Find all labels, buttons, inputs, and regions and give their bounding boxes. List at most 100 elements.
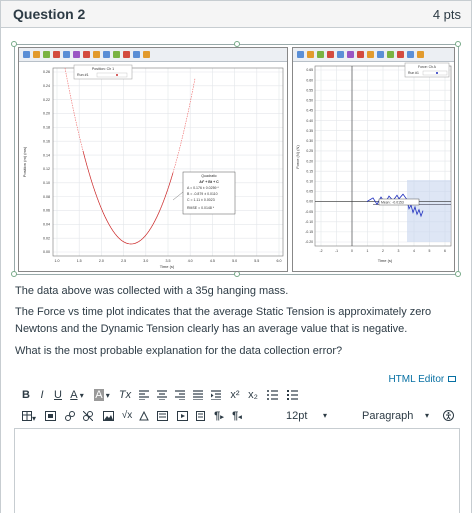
marker-icon[interactable] — [327, 51, 334, 58]
note-icon[interactable] — [337, 51, 344, 58]
fit-param-c: C = 1.11 ± 0.0023 — [187, 198, 215, 202]
force-plot: Force (N) (N) Time (s) 0.65 0.60 0.55 0.50 0… — [295, 62, 452, 263]
paragraph-select[interactable]: Paragraph ▾ — [362, 407, 434, 425]
text-color-button[interactable]: A ▾ — [68, 386, 86, 404]
y-tick-label: 0.20 — [43, 112, 50, 116]
text-color-label: A — [70, 389, 78, 401]
run-icon[interactable] — [43, 51, 50, 58]
italic-button[interactable]: I — [36, 386, 48, 404]
settings-icon[interactable] — [417, 51, 424, 58]
add-axis-icon[interactable] — [133, 51, 140, 58]
rtl-button[interactable]: ¶◂ — [230, 407, 244, 425]
y-tick-label: 0.20 — [306, 159, 313, 163]
chevron-down-icon: ▾ — [425, 411, 430, 420]
force-graph-panel: Force (N) (N) Time (s) 0.65 0.60 0.55 0.50 0… — [292, 47, 455, 272]
y-tick-label: 0.60 — [306, 78, 313, 82]
y-tick-label: -0.05 — [305, 210, 313, 214]
area-icon[interactable] — [387, 51, 394, 58]
x-tick-label: 6.0 — [277, 259, 282, 263]
link-button[interactable] — [64, 407, 76, 425]
equation-button[interactable]: √x — [120, 407, 134, 425]
subscript-button[interactable]: x₂ — [246, 386, 260, 404]
question-text-p3: What is the most probable explanation fo… — [15, 345, 343, 357]
image-button[interactable] — [102, 407, 114, 425]
accessibility-button[interactable] — [442, 407, 454, 425]
indent-button[interactable] — [210, 386, 222, 404]
keyboard-icon — [448, 376, 456, 383]
record-button[interactable] — [176, 407, 188, 425]
statistics-icon[interactable] — [83, 51, 90, 58]
resize-handle[interactable] — [11, 41, 17, 47]
fit-icon[interactable] — [347, 51, 354, 58]
superscript-button[interactable]: x² — [228, 386, 242, 404]
y-tick-label: 0.02 — [43, 236, 50, 240]
background-color-button[interactable]: A ▾ — [92, 386, 112, 404]
paragraph-value: Paragraph — [362, 410, 414, 422]
clear-formatting-button[interactable]: Tx — [118, 386, 132, 404]
statistics-icon[interactable] — [357, 51, 364, 58]
slope-icon[interactable] — [103, 51, 110, 58]
scale-icon[interactable] — [297, 51, 304, 58]
arrow-right-icon: ▸ — [220, 414, 224, 421]
graph-toolbar — [19, 48, 287, 62]
y-tick-label: 0.00 — [306, 200, 313, 204]
align-justify-button[interactable] — [192, 386, 204, 404]
question-text-p2: The Force vs time plot indicates that th… — [15, 306, 432, 335]
delete-icon[interactable] — [123, 51, 130, 58]
html-editor-link[interactable]: HTML Editor — [388, 374, 456, 385]
scale-icon[interactable] — [23, 51, 30, 58]
background-color-label: A — [94, 389, 104, 401]
bold-button[interactable]: B — [20, 386, 32, 404]
x-tick-label: 0 — [351, 249, 353, 253]
resize-handle[interactable] — [455, 271, 461, 277]
x-tick-label: 1.0 — [55, 259, 60, 263]
delete-icon[interactable] — [397, 51, 404, 58]
note-icon[interactable] — [63, 51, 70, 58]
answer-editor-area[interactable] — [14, 428, 460, 513]
run-icon[interactable] — [317, 51, 324, 58]
embed-button[interactable] — [156, 407, 168, 425]
table-button[interactable]: ▾ — [20, 407, 38, 425]
resize-handle[interactable] — [455, 41, 461, 47]
align-justify-icon — [193, 390, 203, 401]
align-left-button[interactable] — [138, 386, 150, 404]
resize-handle[interactable] — [11, 271, 17, 277]
slope-icon[interactable] — [377, 51, 384, 58]
y-tick-label: 0.22 — [43, 98, 50, 102]
select-icon[interactable] — [33, 51, 40, 58]
unlink-button[interactable] — [82, 407, 94, 425]
settings-icon[interactable] — [143, 51, 150, 58]
underline-button[interactable]: U — [52, 386, 64, 404]
x-tick-label: 4.5 — [210, 259, 215, 263]
select-icon[interactable] — [307, 51, 314, 58]
plugin-button[interactable] — [138, 407, 150, 425]
coordinates-icon[interactable] — [93, 51, 100, 58]
y-tick-label: 0.24 — [43, 84, 50, 88]
document-button[interactable] — [194, 407, 206, 425]
media-button[interactable] — [44, 407, 56, 425]
equation-icon: √x — [121, 410, 133, 421]
fit-icon[interactable] — [73, 51, 80, 58]
font-size-select[interactable]: 12pt ▾ — [250, 407, 330, 425]
graph-toolbar — [293, 48, 454, 62]
ltr-button[interactable]: ¶▸ — [212, 407, 226, 425]
media-icon — [44, 411, 56, 421]
marker-icon[interactable] — [53, 51, 60, 58]
y-tick-label: 0.06 — [43, 209, 50, 213]
y-tick-label: 0.10 — [306, 179, 313, 183]
y-tick-label: 0.50 — [306, 99, 313, 103]
coordinates-icon[interactable] — [367, 51, 374, 58]
align-right-button[interactable] — [174, 386, 186, 404]
accessibility-icon — [442, 410, 454, 421]
x-tick-label: 5.5 — [254, 259, 259, 263]
x-axis-label: Time (s) — [378, 258, 393, 263]
x-tick-label: 4.0 — [188, 259, 193, 263]
data-line — [82, 150, 174, 245]
y-tick-label: 0.30 — [306, 139, 313, 143]
bullet-list-button[interactable] — [266, 386, 278, 404]
fit-param-b: B = -0.879 ± 0.0110 — [187, 192, 218, 196]
add-axis-icon[interactable] — [407, 51, 414, 58]
numbered-list-button[interactable] — [286, 386, 298, 404]
align-center-button[interactable] — [156, 386, 168, 404]
area-icon[interactable] — [113, 51, 120, 58]
